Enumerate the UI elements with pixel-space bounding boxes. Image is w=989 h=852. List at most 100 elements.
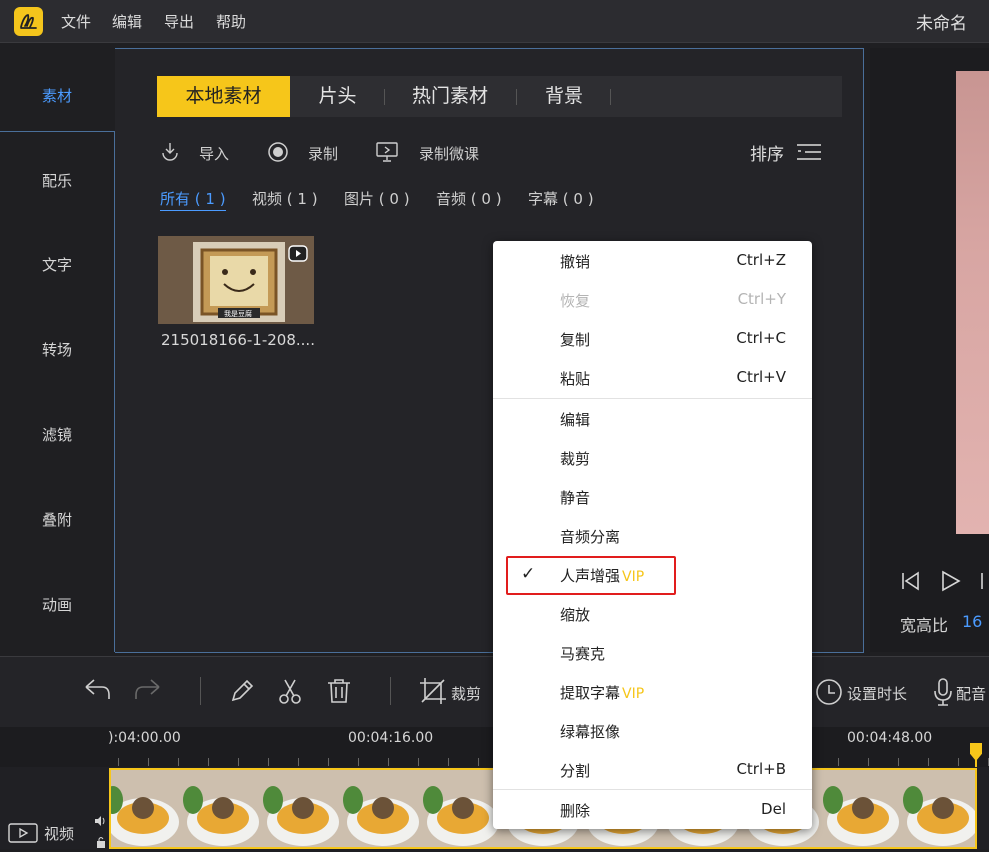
menu-item-extract-subtitle[interactable]: 提取字幕 VIP [493,673,812,712]
tab-separator [610,89,611,105]
delete-trash-icon[interactable] [325,677,353,709]
sidebar-item-material[interactable]: 素材 [0,54,114,139]
sidebar-item-music[interactable]: 配乐 [0,139,114,224]
ruler-tick [148,758,149,766]
toolbar-separator [200,677,201,705]
menu-item-mosaic[interactable]: 马赛克 [493,634,812,673]
menu-export[interactable]: 导出 [164,11,194,32]
filter-subtitle[interactable]: 字幕 ( 0 ) [528,188,594,209]
vip-badge: VIP [622,686,645,702]
cut-scissors-icon[interactable] [276,677,304,709]
volume-icon[interactable] [94,815,106,831]
menu-item-shortcut: Ctrl+C [736,329,786,347]
thumbnail-caption: 我是豆腐 [224,310,252,318]
menu-item-shortcut: Ctrl+Z [736,251,786,269]
menu-item-label: 删除 [560,802,591,820]
sort-button[interactable]: 排序 [750,140,784,165]
menu-item-edit[interactable]: 编辑 [493,400,812,439]
clip-frame [903,770,975,847]
menu-item-label: 马赛克 [560,645,606,663]
menu-item-zoom[interactable]: 缩放 [493,595,812,634]
menu-item-audio-separate[interactable]: 音频分离 [493,517,812,556]
lock-icon[interactable] [96,836,106,852]
filter-image[interactable]: 图片 ( 0 ) [344,188,410,209]
filter-all[interactable]: 所有 ( 1 ) [160,188,226,211]
menu-item-label: 缩放 [560,606,591,624]
sidebar-divider [0,131,115,132]
set-duration-button[interactable]: 设置时长 [847,683,907,704]
menu-item-label: 粘贴 [560,370,591,388]
crop-button[interactable]: 裁剪 [451,683,481,704]
menu-item-delete[interactable]: 删除 Del [493,791,812,830]
menu-item-label: 复制 [560,331,591,349]
crop-icon[interactable] [418,676,448,710]
sidebar-item-text[interactable]: 文字 [0,223,114,308]
tab-local-media[interactable]: 本地素材 [157,76,290,117]
screen-record-icon[interactable] [375,141,399,167]
menu-help[interactable]: 帮助 [216,11,246,32]
clip-frame [111,770,183,847]
edit-pencil-icon[interactable] [228,677,256,709]
sidebar-item-animation[interactable]: 动画 [0,563,114,648]
menu-item-label: 裁剪 [560,450,591,468]
menu-item-label: 分割 [560,762,591,780]
filter-audio[interactable]: 音频 ( 0 ) [436,188,502,209]
ruler-tick [238,758,239,766]
menu-item-redo: 恢复 Ctrl+Y [493,281,812,320]
undo-icon[interactable] [82,677,112,707]
aspect-ratio-label: 宽高比 [900,616,949,635]
menu-item-label: 撤销 [560,253,591,271]
menu-item-paste[interactable]: 粘贴 Ctrl+V [493,359,812,398]
clock-icon[interactable] [815,678,843,710]
aspect-ratio-value[interactable]: 16 [962,612,982,631]
menu-item-label: 静音 [560,489,591,507]
ruler-tick [328,758,329,766]
ruler-tick [898,758,899,766]
play-icon[interactable] [938,570,962,596]
next-frame-icon[interactable] [978,570,989,596]
media-item-name: 215018166-1-208.... [161,331,315,349]
video-track-icon [8,822,38,848]
tab-separator [516,89,517,105]
sidebar-item-filter[interactable]: 滤镜 [0,393,114,478]
sort-list-icon[interactable] [797,143,821,165]
ruler-tick [928,758,929,766]
menu-item-undo[interactable]: 撤销 Ctrl+Z [493,242,812,281]
sidebar-item-overlay[interactable]: 叠附 [0,478,114,563]
menu-item-green-screen[interactable]: 绿幕抠像 [493,712,812,751]
sidebar-item-transition[interactable]: 转场 [0,308,114,393]
highlight-box [506,556,676,595]
menu-item-crop[interactable]: 裁剪 [493,439,812,478]
import-icon[interactable] [159,141,181,165]
tab-background[interactable]: 背景 [528,76,600,117]
ruler-tick [478,758,479,766]
prev-frame-icon[interactable] [898,570,922,596]
ruler-tick [178,758,179,766]
record-lesson-button[interactable]: 录制微课 [419,143,479,164]
menu-item-shortcut: Del [761,800,786,818]
project-title: 未命名 [916,14,967,34]
record-button[interactable]: 录制 [308,143,338,164]
tab-hot-media[interactable]: 热门素材 [395,76,505,117]
ruler-tick [448,758,449,766]
menu-item-copy[interactable]: 复制 Ctrl+C [493,320,812,359]
ruler-tick [838,758,839,766]
clip-frame [823,770,903,847]
menu-item-mute[interactable]: 静音 [493,478,812,517]
menu-item-shortcut: Ctrl+Y [737,290,786,308]
dub-button[interactable]: 配音 [956,683,986,704]
ruler-tick [868,758,869,766]
microphone-icon[interactable] [932,677,954,711]
filter-video[interactable]: 视频 ( 1 ) [252,188,318,209]
menu-file[interactable]: 文件 [61,11,91,32]
video-track-label: 视频 [44,825,75,843]
ruler-tick [208,758,209,766]
record-icon[interactable] [267,141,289,167]
ruler-tick [358,758,359,766]
menu-edit[interactable]: 编辑 [112,11,142,32]
menu-item-split[interactable]: 分割 Ctrl+B [493,751,812,790]
ruler-time: ):04:00.00 [108,730,181,746]
tab-intro[interactable]: 片头 [300,76,375,117]
ruler-tick [958,758,959,766]
import-button[interactable]: 导入 [199,143,229,164]
